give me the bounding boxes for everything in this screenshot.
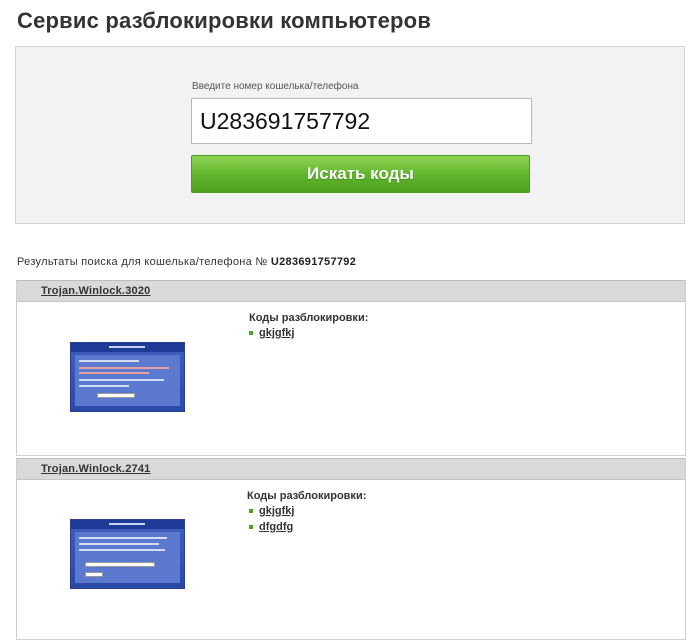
- unlock-code-link[interactable]: gkjgfkj: [259, 505, 294, 517]
- results-caption-text: Результаты поиска для кошелька/телефона …: [17, 256, 268, 268]
- results-caption: Результаты поиска для кошелька/телефона …: [17, 256, 356, 268]
- bullet-icon: [249, 331, 253, 335]
- search-panel: Введите номер кошелька/телефона Искать к…: [15, 46, 685, 224]
- malware-name-link[interactable]: Trojan.Winlock.3020: [41, 285, 150, 297]
- page-title: Сервис разблокировки компьютеров: [17, 8, 432, 33]
- malware-screenshot-thumbnail[interactable]: [70, 342, 185, 412]
- result-item: Trojan.Winlock.3020 Коды разблокировки: …: [16, 280, 686, 456]
- unlock-codes-list: gkjgfkj: [247, 325, 294, 341]
- malware-screenshot-thumbnail[interactable]: [70, 519, 185, 589]
- unlock-codes-list: gkjgfkj dfgdfg: [247, 503, 294, 535]
- unlock-code-link[interactable]: dfgdfg: [259, 521, 293, 533]
- unlock-code-item: gkjgfkj: [247, 503, 294, 519]
- unlock-code-item: dfgdfg: [247, 519, 294, 535]
- results-caption-number: U283691757792: [270, 256, 357, 268]
- malware-name-link[interactable]: Trojan.Winlock.2741: [41, 463, 150, 475]
- result-header: Trojan.Winlock.3020: [17, 280, 685, 302]
- bullet-icon: [249, 525, 253, 529]
- bullet-icon: [249, 509, 253, 513]
- unlock-codes-label: Коды разблокировки:: [247, 490, 367, 502]
- wallet-field-label: Введите номер кошелька/телефона: [192, 81, 359, 92]
- unlock-code-item: gkjgfkj: [247, 325, 294, 341]
- unlock-code-link[interactable]: gkjgfkj: [259, 327, 294, 339]
- unlock-codes-label: Коды разблокировки:: [249, 312, 369, 324]
- search-codes-button[interactable]: Искать коды: [191, 155, 530, 193]
- wallet-number-input[interactable]: [191, 98, 532, 144]
- result-item: Trojan.Winlock.2741 Коды разблокировки: …: [16, 458, 686, 640]
- result-header: Trojan.Winlock.2741: [17, 458, 685, 480]
